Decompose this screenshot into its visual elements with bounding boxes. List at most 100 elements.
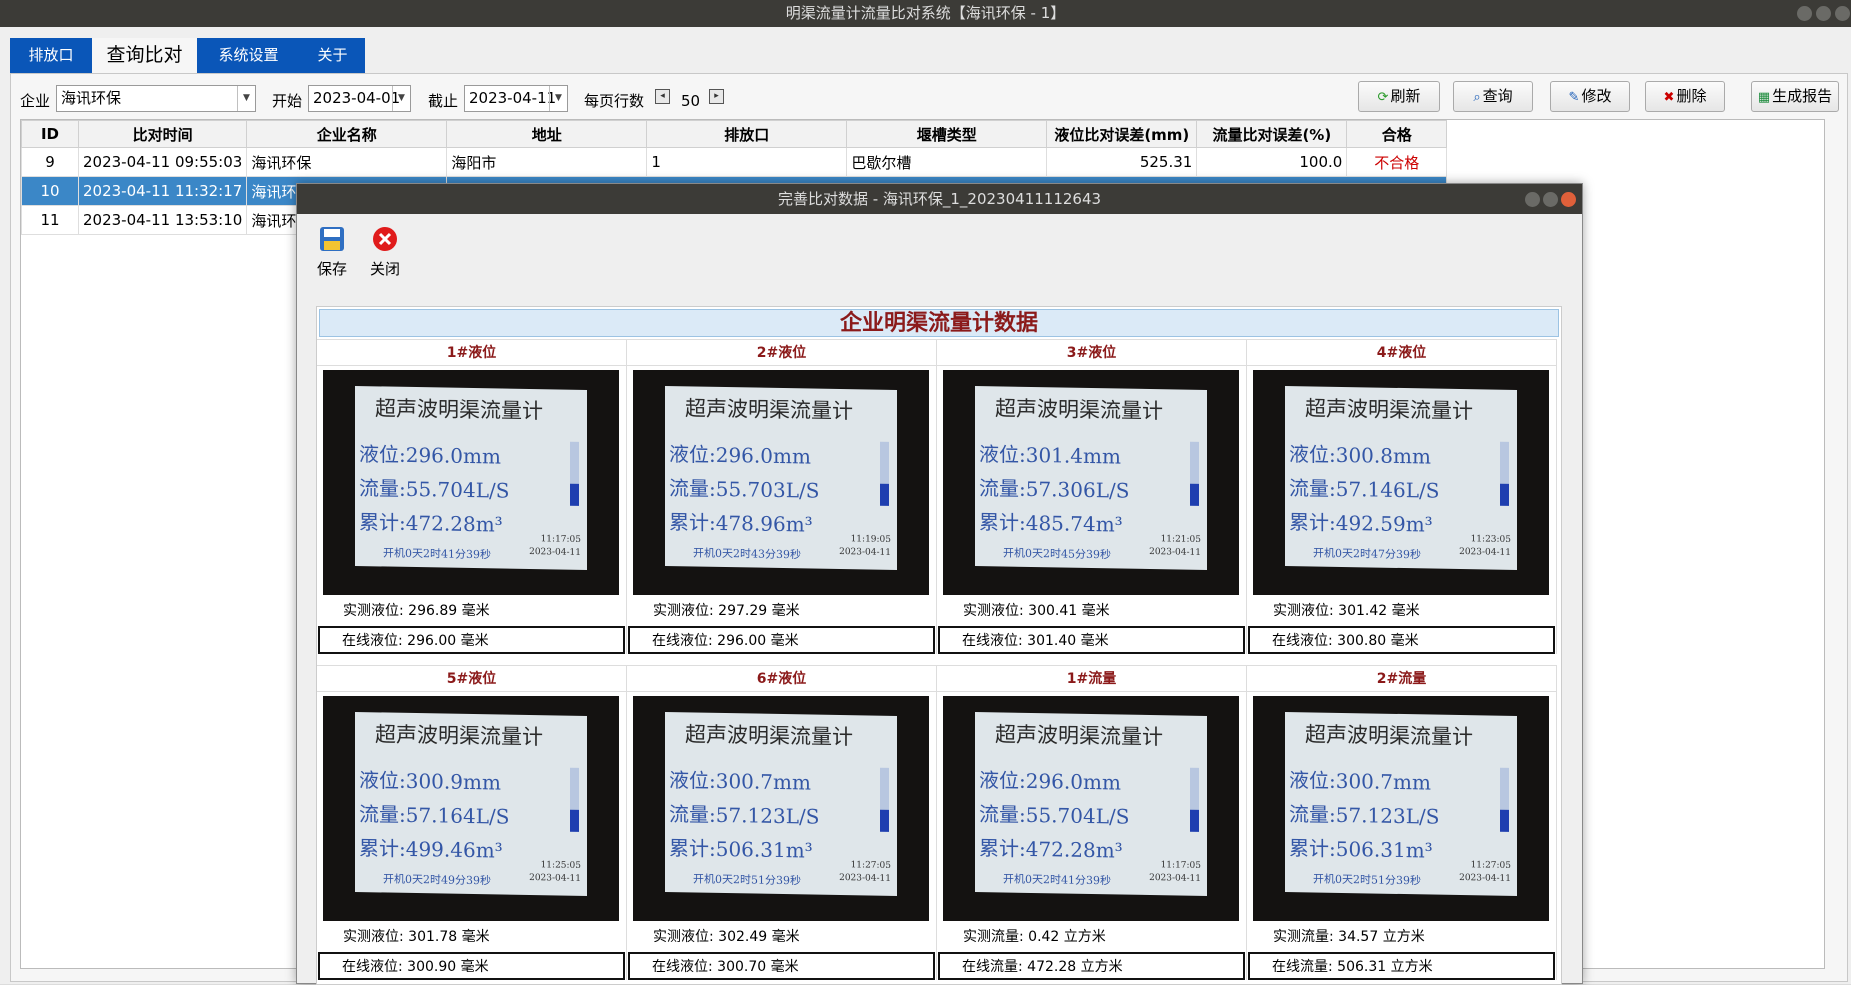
screen-date: 2023-04-11 — [839, 547, 891, 558]
meter-screen: 超声波明渠流量计 液位:296.0mm 流量:55.704L/S 累计:472.28m… — [355, 385, 587, 571]
meter-screen: 超声波明渠流量计 液位:300.8mm 流量:57.146L/S 累计:492.59m… — [1285, 385, 1517, 571]
save-button[interactable]: 保存 — [317, 226, 347, 279]
screen-date: 2023-04-11 — [839, 873, 891, 884]
measured-row: 实测液位: 297.29 毫米 — [627, 597, 936, 626]
meter-photo[interactable]: 超声波明渠流量计 液位:300.7mm 流量:57.123L/S 累计:506.31m… — [1253, 696, 1549, 921]
col-header[interactable]: 地址 — [446, 120, 648, 148]
measured-value[interactable]: 302.49 — [718, 929, 767, 945]
measured-unit: 毫米 — [1391, 603, 1420, 619]
delete-label: 删除 — [1676, 87, 1707, 105]
col-header[interactable]: 排放口 — [646, 120, 848, 148]
col-header[interactable]: 合格 — [1346, 120, 1448, 148]
increment-icon[interactable]: ▸ — [709, 89, 724, 104]
cell-address: 海阳市 — [446, 147, 648, 177]
meter-photo[interactable]: 超声波明渠流量计 液位:296.0mm 流量:55.703L/S 累计:478.96m… — [633, 370, 929, 595]
screen-uptime: 开机0天2时43分39秒 — [693, 546, 801, 562]
query-button[interactable]: ⌕ 查询 — [1453, 81, 1533, 112]
screen-flow: 流量:57.123L/S — [1289, 802, 1440, 829]
edit-button[interactable]: ✎ 修改 — [1550, 81, 1630, 112]
cell-id: 11 — [21, 205, 79, 235]
measured-value[interactable]: 0.42 — [1028, 929, 1059, 945]
col-header[interactable]: 比对时间 — [77, 120, 248, 148]
refresh-button[interactable]: ⟳ 刷新 — [1358, 81, 1440, 112]
online-row[interactable]: 在线液位: 296.00 毫米 — [318, 626, 625, 654]
tab-about[interactable]: 关于 — [300, 38, 365, 73]
online-value: 506.31 — [1337, 959, 1387, 975]
measured-unit: 毫米 — [461, 929, 490, 945]
online-label: 在线液位: — [652, 633, 713, 649]
edit-label: 修改 — [1581, 87, 1612, 105]
measured-label: 实测液位: — [1273, 603, 1334, 619]
meter-photo[interactable]: 超声波明渠流量计 液位:300.8mm 流量:57.146L/S 累计:492.59m… — [1253, 370, 1549, 595]
col-header[interactable]: 堰槽类型 — [846, 120, 1048, 148]
meter-photo[interactable]: 超声波明渠流量计 液位:296.0mm 流量:55.704L/S 累计:472.28m… — [943, 696, 1239, 921]
measured-value[interactable]: 296.89 — [408, 603, 457, 619]
maximize-icon[interactable] — [1543, 192, 1558, 207]
screen-uptime: 开机0天2时51分39秒 — [1313, 872, 1421, 888]
screen-title: 超声波明渠流量计 — [995, 722, 1163, 750]
table-row[interactable]: 9 2023-04-11 09:55:03 海讯环保 海阳市 1 巴歇尔槽 52… — [21, 147, 1448, 177]
tab-query-compare[interactable]: 查询比对 — [92, 38, 197, 73]
meter-screen: 超声波明渠流量计 液位:301.4mm 流量:57.306L/S 累计:485.74m… — [975, 385, 1207, 571]
table-header-row: ID 比对时间 企业名称 地址 排放口 堰槽类型 液位比对误差(mm) 流量比对… — [21, 120, 1448, 148]
screen-flow: 流量:57.146L/S — [1289, 476, 1440, 503]
screen-level: 液位:296.0mm — [359, 442, 501, 469]
meter-photo[interactable]: 超声波明渠流量计 液位:296.0mm 流量:55.704L/S 累计:472.28m… — [323, 370, 619, 595]
save-icon — [320, 227, 344, 251]
screen-flow: 流量:57.123L/S — [669, 802, 820, 829]
decrement-icon[interactable]: ◂ — [655, 89, 670, 104]
online-value: 300.70 — [717, 959, 767, 975]
photo-cell: 2#液位 超声波明渠流量计 液位:296.0mm 流量:55.703L/S 累计:478… — [627, 339, 937, 654]
col-header[interactable]: ID — [21, 120, 79, 148]
measured-value[interactable]: 34.57 — [1338, 929, 1378, 945]
screen-uptime: 开机0天2时41分39秒 — [383, 546, 491, 562]
online-row[interactable]: 在线液位: 300.80 毫米 — [1248, 626, 1555, 654]
chevron-down-icon[interactable]: ▼ — [237, 86, 255, 111]
tab-outlet[interactable]: 排放口 — [10, 38, 92, 73]
meter-photo[interactable]: 超声波明渠流量计 液位:300.9mm 流量:57.164L/S 累计:499.46m… — [323, 696, 619, 921]
col-header[interactable]: 流量比对误差(%) — [1196, 120, 1348, 148]
cell-header: 3#液位 — [937, 339, 1246, 366]
meter-screen: 超声波明渠流量计 液位:300.7mm 流量:57.123L/S 累计:506.31m… — [1285, 711, 1517, 897]
close-button[interactable]: 关闭 — [370, 226, 400, 279]
close-icon[interactable] — [1835, 6, 1850, 21]
chevron-down-icon[interactable]: ▼ — [549, 86, 567, 111]
online-row[interactable]: 在线液位: 301.40 毫米 — [938, 626, 1245, 654]
rows-per-page-value[interactable]: 50 — [681, 90, 700, 112]
end-date-field[interactable]: 2023-04-11 ▼ — [464, 85, 568, 112]
col-header[interactable]: 企业名称 — [246, 120, 448, 148]
tab-settings[interactable]: 系统设置 — [197, 38, 300, 73]
minimize-icon[interactable] — [1797, 6, 1812, 21]
online-row[interactable]: 在线液位: 300.90 毫米 — [318, 952, 625, 980]
col-header[interactable]: 液位比对误差(mm) — [1046, 120, 1198, 148]
delete-button[interactable]: ✖ 删除 — [1645, 81, 1725, 112]
measured-row: 实测液位: 301.78 毫米 — [317, 923, 626, 952]
measured-value[interactable]: 300.41 — [1028, 603, 1077, 619]
measured-value[interactable]: 297.29 — [718, 603, 767, 619]
online-row[interactable]: 在线流量: 472.28 立方米 — [938, 952, 1245, 980]
measured-value[interactable]: 301.42 — [1338, 603, 1387, 619]
meter-photo[interactable]: 超声波明渠流量计 液位:301.4mm 流量:57.306L/S 累计:485.74m… — [943, 370, 1239, 595]
online-row[interactable]: 在线液位: 296.00 毫米 — [628, 626, 935, 654]
measured-row: 实测液位: 300.41 毫米 — [937, 597, 1246, 626]
close-icon[interactable] — [1561, 192, 1576, 207]
chevron-down-icon[interactable]: ▼ — [392, 86, 410, 111]
online-value: 300.80 — [1337, 633, 1387, 649]
meter-photo[interactable]: 超声波明渠流量计 液位:300.7mm 流量:57.123L/S 累计:506.31m… — [633, 696, 929, 921]
screen-flow: 流量:55.703L/S — [669, 476, 820, 503]
online-row[interactable]: 在线流量: 506.31 立方米 — [1248, 952, 1555, 980]
online-row[interactable]: 在线液位: 300.70 毫米 — [628, 952, 935, 980]
company-select[interactable]: 海讯环保 ▼ — [56, 85, 256, 112]
minimize-icon[interactable] — [1525, 192, 1540, 207]
photo-cell: 1#流量 超声波明渠流量计 液位:296.0mm 流量:55.704L/S 累计:472… — [937, 665, 1247, 980]
screen-time: 11:23:05 — [1470, 534, 1511, 545]
generate-report-button[interactable]: ▦ 生成报告 — [1751, 81, 1839, 112]
online-label: 在线液位: — [342, 959, 403, 975]
maximize-icon[interactable] — [1816, 6, 1831, 21]
meter-screen: 超声波明渠流量计 液位:296.0mm 流量:55.703L/S 累计:478.96m… — [665, 385, 897, 571]
screen-total: 累计:472.28m³ — [359, 510, 503, 537]
measured-value[interactable]: 301.78 — [408, 929, 457, 945]
screen-level: 液位:296.0mm — [979, 768, 1121, 795]
start-date-field[interactable]: 2023-04-01 ▼ — [308, 85, 411, 112]
measured-unit: 毫米 — [461, 603, 490, 619]
